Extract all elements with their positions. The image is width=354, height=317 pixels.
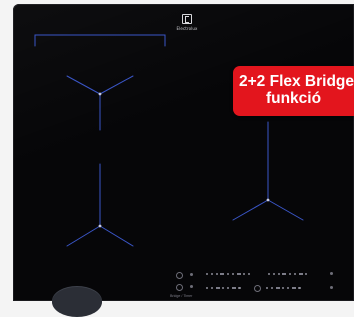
zone-right-marker-right (267, 199, 304, 221)
pause-icon[interactable] (190, 285, 193, 288)
zone-right-marker-left (232, 199, 269, 221)
lock-icon[interactable] (190, 273, 193, 276)
brand-name: Electrolux (176, 26, 198, 31)
plus-icon[interactable] (330, 272, 333, 275)
feature-badge: 2+2 Flex Bridge funkció (233, 66, 354, 116)
zone-front-left-marker-left (66, 75, 101, 95)
zone-rear-left-marker-left (66, 225, 101, 247)
power-slider-front-right[interactable] (268, 271, 308, 277)
hob2hood-icon[interactable] (176, 284, 183, 291)
zone-front-left-marker-right (99, 75, 134, 95)
power-slider-rear-right[interactable] (266, 285, 301, 291)
zone-rear-left-center-dot (98, 224, 102, 228)
induction-hob: Electrolux Bridge / Timer (13, 4, 354, 301)
zone-front-left-center-dot (98, 92, 102, 96)
zone-right-center-dot (266, 198, 270, 202)
power-icon[interactable] (176, 272, 183, 279)
electrolux-logo-icon (182, 14, 192, 24)
zone-rear-left-marker-right (99, 225, 134, 247)
badge-title: 2+2 Flex Bridge (239, 73, 354, 90)
bridge-icon[interactable] (254, 285, 261, 292)
control-knob[interactable] (52, 287, 102, 317)
power-slider-rear-left[interactable] (206, 285, 241, 291)
flex-zone-top-bracket (34, 34, 166, 47)
timer-label: Bridge / Timer (170, 294, 193, 298)
brand-mark: Electrolux (172, 14, 202, 31)
badge-subtitle: funkció (265, 90, 322, 107)
power-slider-front-left[interactable] (206, 271, 251, 277)
cooking-zone-markings (34, 34, 304, 247)
minus-icon[interactable] (330, 286, 333, 289)
